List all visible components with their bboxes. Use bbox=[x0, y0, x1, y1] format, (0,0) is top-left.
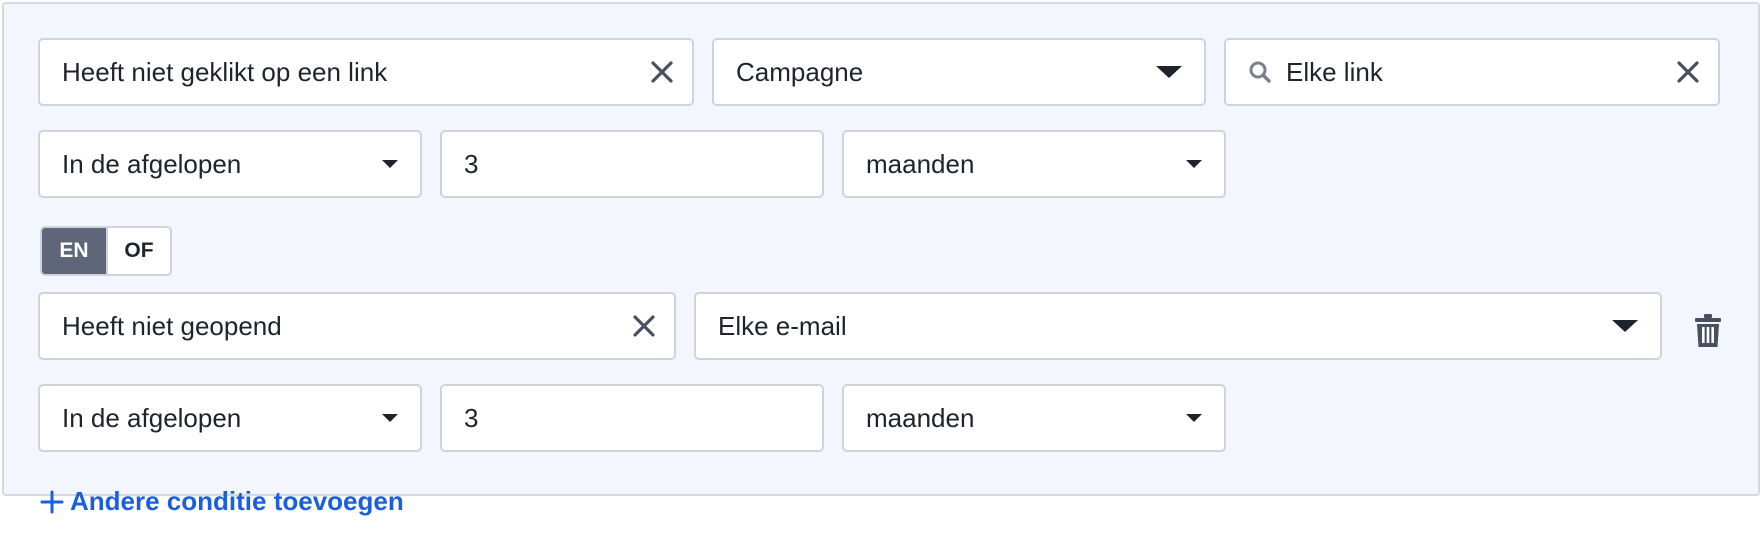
close-icon[interactable] bbox=[630, 312, 658, 340]
condition1-source-label: Campagne bbox=[736, 56, 864, 87]
logic-toggle: EN OF bbox=[40, 226, 172, 276]
condition2-unit-label: maanden bbox=[866, 402, 975, 433]
condition1-source-select[interactable]: Campagne bbox=[712, 38, 1206, 106]
condition2-unit-select[interactable]: maanden bbox=[842, 384, 1226, 452]
condition1-unit-label: maanden bbox=[866, 148, 975, 179]
caret-down-icon bbox=[1186, 160, 1202, 168]
condition1-link-label: Elke link bbox=[1286, 56, 1383, 87]
caret-down-icon bbox=[1156, 66, 1182, 78]
condition1-unit-select[interactable]: maanden bbox=[842, 130, 1226, 198]
logic-or-button[interactable]: OF bbox=[106, 228, 170, 274]
add-condition-link[interactable]: Andere conditie toevoegen bbox=[40, 486, 404, 517]
condition1-amount-value: 3 bbox=[464, 148, 479, 179]
condition1-timeframe-label: In de afgelopen bbox=[62, 148, 242, 179]
logic-and-button[interactable]: EN bbox=[42, 228, 106, 274]
condition1-link-search[interactable]: Elke link bbox=[1224, 38, 1720, 106]
condition-panel: Heeft niet geklikt op een link Campagne … bbox=[2, 2, 1760, 516]
condition1-amount-input[interactable]: 3 bbox=[440, 130, 824, 198]
caret-down-icon bbox=[1612, 320, 1638, 332]
condition2-email-label: Elke e-mail bbox=[718, 310, 847, 341]
close-icon[interactable] bbox=[648, 58, 676, 86]
search-icon bbox=[1249, 61, 1271, 83]
caret-down-icon bbox=[382, 160, 398, 168]
condition2-amount-value: 3 bbox=[464, 402, 479, 433]
add-condition-label: Andere conditie toevoegen bbox=[70, 486, 404, 516]
caret-down-icon bbox=[1186, 414, 1202, 422]
close-icon[interactable] bbox=[1674, 58, 1702, 86]
condition1-action-field[interactable]: Heeft niet geklikt op een link bbox=[38, 38, 694, 106]
condition2-action-field[interactable]: Heeft niet geopend bbox=[38, 292, 676, 360]
condition2-timeframe-label: In de afgelopen bbox=[62, 402, 242, 433]
condition2-email-select[interactable]: Elke e-mail bbox=[694, 292, 1662, 360]
condition1-timeframe-select[interactable]: In de afgelopen bbox=[38, 130, 422, 198]
caret-down-icon bbox=[382, 414, 398, 422]
condition2-action-label: Heeft niet geopend bbox=[62, 310, 282, 341]
condition2-timeframe-select[interactable]: In de afgelopen bbox=[38, 384, 422, 452]
condition1-action-label: Heeft niet geklikt op een link bbox=[62, 56, 388, 87]
condition2-amount-input[interactable]: 3 bbox=[440, 384, 824, 452]
trash-icon[interactable] bbox=[1694, 314, 1722, 348]
plus-icon bbox=[40, 490, 64, 513]
